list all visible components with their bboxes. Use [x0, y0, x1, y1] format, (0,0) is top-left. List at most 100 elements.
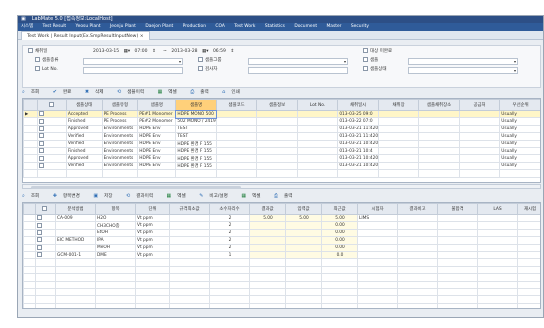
- calendar-icon[interactable]: ▦▾: [124, 49, 131, 54]
- menu-item-master[interactable]: Master: [326, 24, 341, 29]
- table-cell[interactable]: [169, 221, 210, 230]
- table-cell[interactable]: [397, 250, 438, 260]
- table-cell[interactable]: Accepted: [65, 109, 103, 119]
- table-cell[interactable]: 2: [209, 243, 250, 252]
- table-cell[interactable]: [418, 146, 460, 156]
- table-cell[interactable]: [397, 228, 438, 238]
- column-header[interactable]: 채취장: [377, 99, 420, 111]
- lot-checkbox[interactable]: [35, 66, 40, 71]
- table-row[interactable]: Approved Environments HDPE Env TEST 013-03-2…: [23, 124, 540, 134]
- table-cell[interactable]: [285, 236, 322, 245]
- table-cell[interactable]: [517, 221, 540, 230]
- table-cell[interactable]: [249, 236, 286, 245]
- table-cell[interactable]: [215, 117, 258, 126]
- table-cell[interactable]: 502 MONO / 24190: [175, 117, 217, 126]
- lot-input[interactable]: [83, 67, 183, 74]
- save-button[interactable]: ▣ 저장: [93, 193, 118, 199]
- sample-status-checkbox[interactable]: [363, 66, 368, 71]
- table-cell[interactable]: [458, 124, 501, 134]
- history-button[interactable]: ⟲ 샘플이력: [117, 89, 150, 95]
- table-cell[interactable]: HDPE 환경 F 155: [175, 161, 217, 171]
- table-cell[interactable]: 013-03-21 11:4201AG: [337, 132, 379, 141]
- menu-item-document[interactable]: Document: [294, 24, 317, 29]
- row-indicator[interactable]: [23, 250, 36, 260]
- select-all-checkbox[interactable]: [42, 206, 47, 211]
- row-checkbox-cell[interactable]: [37, 146, 67, 156]
- column-header[interactable]: [23, 99, 39, 111]
- table-cell[interactable]: [397, 243, 438, 252]
- table-cell[interactable]: Approved: [65, 154, 103, 163]
- table-cell[interactable]: PE Process: [101, 117, 139, 126]
- column-header[interactable]: LAS: [477, 203, 518, 215]
- table-cell[interactable]: Usually: [499, 109, 540, 119]
- table-cell[interactable]: 5.00: [285, 213, 322, 223]
- table-cell[interactable]: [256, 132, 298, 141]
- excel-button[interactable]: ▦ 엑셀: [167, 193, 192, 199]
- column-header-select[interactable]: [35, 203, 56, 215]
- table-cell[interactable]: 0.0: [321, 250, 358, 260]
- table-cell[interactable]: 2: [209, 228, 250, 238]
- table-cell[interactable]: [357, 243, 398, 252]
- column-header[interactable]: 최근값: [321, 203, 358, 215]
- table-cell[interactable]: TEST: [175, 132, 217, 141]
- table-cell[interactable]: [377, 161, 420, 171]
- table-cell[interactable]: CH3CHO종: [95, 221, 136, 230]
- date-to[interactable]: 2013-03-28: [171, 49, 197, 54]
- column-header[interactable]: 소수자리수: [209, 203, 250, 215]
- table-cell[interactable]: [377, 146, 420, 156]
- column-header[interactable]: 결과비고: [397, 203, 438, 215]
- table-cell[interactable]: [55, 221, 96, 230]
- row-checkbox-cell[interactable]: [35, 250, 56, 260]
- column-header[interactable]: 샘플정보: [256, 99, 298, 111]
- row-indicator[interactable]: [23, 213, 36, 223]
- column-header-sorted[interactable]: 샘플명: [175, 99, 217, 111]
- table-cell[interactable]: PE#1 Monomer: [137, 109, 177, 119]
- column-header[interactable]: 공급처: [458, 99, 501, 111]
- table-cell[interactable]: 013-03-21 10:4201AG: [337, 161, 379, 171]
- table-cell[interactable]: Environments: [101, 132, 139, 141]
- row-checkbox[interactable]: [37, 237, 42, 243]
- target-checkbox[interactable]: [363, 48, 368, 53]
- table-cell[interactable]: 5.00: [321, 213, 358, 223]
- row-indicator[interactable]: [23, 117, 39, 126]
- table-cell[interactable]: CA-009: [55, 213, 96, 223]
- row-checkbox-cell[interactable]: [37, 154, 67, 163]
- row-indicator[interactable]: [23, 139, 39, 148]
- row-checkbox[interactable]: [39, 155, 45, 161]
- row-indicator[interactable]: [23, 228, 36, 238]
- table-cell[interactable]: Environments: [101, 146, 139, 156]
- column-header[interactable]: [23, 203, 36, 215]
- table-cell[interactable]: Verified: [65, 132, 103, 141]
- table-cell[interactable]: [249, 221, 286, 230]
- sample-type-select[interactable]: ▾: [83, 58, 183, 65]
- menu-item-production[interactable]: Production: [183, 24, 206, 29]
- table-cell[interactable]: [256, 154, 298, 163]
- table-cell[interactable]: [437, 221, 478, 230]
- table-cell[interactable]: Vt ppm: [135, 213, 170, 223]
- tab-result-input[interactable]: Test Work | Result Input(Ex.SmpResultInp…: [21, 31, 150, 40]
- table-cell[interactable]: HDPE 환경 F 155: [175, 154, 217, 163]
- table-cell[interactable]: [296, 154, 339, 163]
- menu-item-coa[interactable]: COA: [215, 24, 224, 29]
- table-cell[interactable]: [517, 243, 540, 252]
- table-cell[interactable]: [437, 236, 478, 245]
- excel-button[interactable]: ▦ 엑셀: [158, 89, 183, 95]
- table-cell[interactable]: 013-03-21 10:4201AG: [337, 139, 379, 148]
- table-cell[interactable]: HDPE Env: [137, 124, 177, 134]
- table-cell[interactable]: MeOH: [95, 243, 136, 252]
- table-row[interactable]: CH3CHO종 Vt ppm 2 0.00: [23, 221, 540, 230]
- table-cell[interactable]: [357, 236, 398, 245]
- table-cell[interactable]: [458, 117, 501, 126]
- complete-button[interactable]: ✔ 완료: [53, 89, 78, 95]
- row-checkbox[interactable]: [37, 252, 42, 258]
- table-cell[interactable]: [169, 236, 210, 245]
- spin-icon[interactable]: ⇕: [230, 49, 234, 54]
- table-cell[interactable]: [285, 228, 322, 238]
- table-cell[interactable]: [215, 146, 258, 156]
- column-header[interactable]: 채취일시: [337, 99, 379, 111]
- table-cell[interactable]: IPA: [95, 236, 136, 245]
- table-cell[interactable]: Vt ppm: [135, 228, 170, 238]
- row-checkbox-cell[interactable]: [37, 161, 67, 171]
- row-indicator[interactable]: [23, 243, 36, 252]
- row-checkbox-cell[interactable]: [37, 109, 67, 119]
